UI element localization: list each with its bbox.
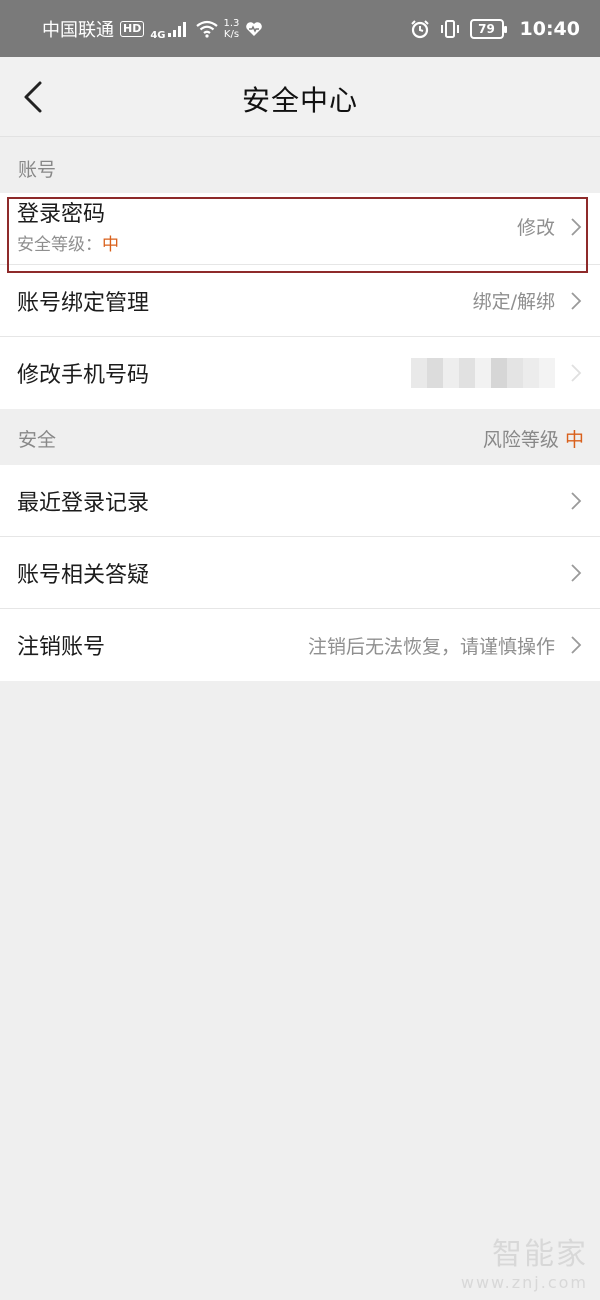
section-label-account: 账号: [0, 140, 600, 196]
hd-badge: HD: [120, 20, 145, 37]
cancel-account-row[interactable]: 注销账号 注销后无法恢复，请谨慎操作: [0, 609, 600, 681]
bind-unbind-link[interactable]: 绑定/解绑: [473, 287, 555, 314]
clock: 10:40: [519, 17, 580, 40]
page-title: 安全中心: [241, 84, 358, 117]
security-level: 安全等级：中: [17, 230, 119, 255]
login-password-title: 登录密码: [17, 202, 106, 227]
carrier-name: 中国联通: [42, 19, 114, 41]
section-security-label: 安全: [18, 428, 57, 451]
chevron-right-icon: [571, 491, 582, 510]
heart-icon: [246, 21, 263, 36]
account-faq-title: 账号相关答疑: [17, 562, 150, 588]
alarm-icon: [410, 19, 429, 38]
chevron-right-icon: [571, 563, 582, 582]
risk-level-label: 风险等级: [482, 428, 559, 451]
recent-login-row[interactable]: 最近登录记录: [0, 465, 600, 537]
signal-icon: [167, 21, 186, 37]
network-type: 4G: [150, 29, 166, 41]
speed-unit: K/s: [223, 28, 240, 40]
chevron-right-icon: [571, 636, 582, 654]
login-password-row[interactable]: 登录密码 安全等级：中 修改: [0, 193, 600, 265]
section-label-security: 安全 风险等级 中: [0, 410, 600, 466]
change-phone-title: 修改手机号码: [17, 363, 150, 388]
section-account-label: 账号: [18, 158, 57, 181]
account-faq-row[interactable]: 账号相关答疑: [0, 537, 600, 609]
account-settings-card: 登录密码 安全等级：中 修改 账号绑定管理 绑定/解绑 修改手机号码: [0, 193, 600, 409]
status-bar: 中国联通 HD 4G 1.3 K/s 79 10:40: [0, 0, 600, 57]
change-phone-row[interactable]: 修改手机号码: [0, 337, 600, 409]
risk-level: 风险等级 中: [483, 425, 584, 452]
security-settings-card: 最近登录记录 账号相关答疑 注销账号 注销后无法恢复，请谨慎操作: [0, 465, 600, 681]
speed-value: 1.3: [223, 17, 240, 29]
page-header: 安全中心: [0, 57, 600, 137]
cancel-account-warning: 注销后无法恢复，请谨慎操作: [307, 635, 555, 658]
wifi-icon: [195, 20, 218, 38]
recent-login-title: 最近登录记录: [17, 490, 150, 516]
chevron-right-icon: [571, 291, 582, 310]
watermark-url: www.znj.com: [460, 1273, 588, 1292]
account-binding-row[interactable]: 账号绑定管理 绑定/解绑: [0, 265, 600, 337]
watermark-brand: 智能家: [492, 1237, 588, 1272]
security-level-label: 安全等级：: [17, 235, 102, 255]
chevron-right-icon: [571, 364, 582, 382]
network-speed: 1.3 K/s: [224, 18, 240, 40]
account-binding-title: 账号绑定管理: [17, 290, 150, 316]
cancel-account-title: 注销账号: [17, 635, 106, 660]
risk-level-value: 中: [564, 428, 584, 451]
battery-icon: 79: [469, 18, 507, 39]
security-level-value: 中: [102, 235, 119, 255]
watermark: 智能家 www.znj.com: [461, 1229, 588, 1292]
chevron-right-icon: [571, 217, 582, 236]
vibrate-icon: [440, 19, 459, 38]
masked-phone-number: [411, 358, 555, 388]
modify-password-link[interactable]: 修改: [517, 213, 555, 240]
